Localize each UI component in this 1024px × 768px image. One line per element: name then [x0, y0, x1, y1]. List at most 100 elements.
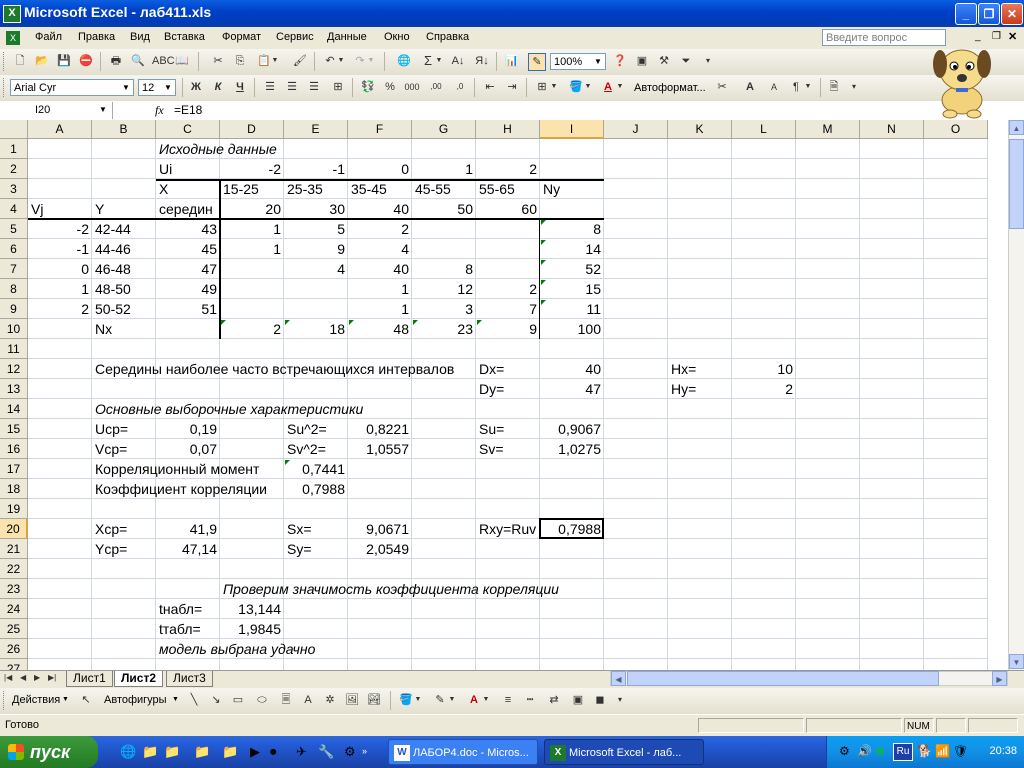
menu-view[interactable]: Вид — [130, 31, 150, 43]
decrease-indent-icon[interactable]: ⇤ — [482, 79, 498, 95]
align-center-icon[interactable]: ☰ — [284, 79, 300, 95]
sheet-tab-1[interactable]: Лист1 — [66, 671, 113, 687]
row-header-1[interactable]: 1 — [0, 139, 28, 159]
sheet-tab-2[interactable]: Лист2 — [114, 671, 164, 687]
row-header-26[interactable]: 26 — [0, 639, 28, 659]
start-button[interactable]: пуск — [0, 736, 98, 768]
cell-l13[interactable]: 2 — [732, 379, 796, 399]
app-quicklaunch-icon-4[interactable]: ⚙ — [344, 744, 356, 760]
arrow-style-icon[interactable]: ⇄ — [546, 692, 562, 708]
cell-a8[interactable]: 1 — [28, 279, 92, 299]
cell-b15[interactable]: Ucp= — [92, 419, 156, 439]
zoom-select[interactable]: 100% ▼ — [550, 53, 606, 70]
cell-c20[interactable]: 41,9 — [156, 519, 220, 539]
row-header-8[interactable]: 8 — [0, 279, 28, 299]
line-style-icon[interactable]: ≡ — [500, 692, 516, 708]
format-painter-icon[interactable]: 🖌 — [292, 53, 308, 69]
toolbar-grip[interactable] — [3, 52, 7, 71]
copy-icon[interactable]: ⎘ — [232, 53, 248, 69]
cell-f10[interactable]: 48 — [348, 319, 412, 339]
align-right-icon[interactable]: ☰ — [306, 79, 322, 95]
row-header-13[interactable]: 13 — [0, 379, 28, 399]
cell-g7[interactable]: 8 — [412, 259, 476, 279]
3d-style-icon[interactable]: ◼ — [592, 692, 608, 708]
first-sheet-icon[interactable]: |◀ — [4, 673, 12, 682]
cell-h10[interactable]: 9 — [476, 319, 540, 339]
cell-b10[interactable]: Nx — [92, 319, 156, 339]
cell-e15[interactable]: Su^2= — [284, 419, 348, 439]
cell-f2[interactable]: 0 — [348, 159, 412, 179]
toolbar-options-icon[interactable]: ▾ — [846, 79, 862, 95]
app-quicklaunch-icon[interactable]: ⏺ — [270, 744, 277, 760]
cell-b5[interactable]: 42-44 — [92, 219, 156, 239]
spreadsheet-grid[interactable]: A B C D E F G H I J K L M N O 1 2 3 4 5 6 7 8 9 10 11 12 13 14 15 16 17… — [0, 120, 1008, 670]
redo-icon[interactable]: ↷ — [352, 53, 368, 69]
cell-c15[interactable]: 0,19 — [156, 419, 220, 439]
form-icon[interactable]: 🗎 — [826, 79, 842, 95]
cell-b12[interactable]: Середины наиболее часто встречающихся ин… — [92, 359, 474, 379]
cell-b21[interactable]: Ycp= — [92, 539, 156, 559]
cell-c1[interactable]: Исходные данные — [156, 139, 277, 159]
column-header-o[interactable]: O — [924, 120, 988, 139]
spelling-icon[interactable]: ABC — [152, 53, 175, 69]
italic-button[interactable]: К — [210, 79, 226, 95]
cell-f20[interactable]: 9,0671 — [348, 519, 412, 539]
row-header-23[interactable]: 23 — [0, 579, 28, 599]
column-header-c[interactable]: C — [156, 120, 220, 139]
column-header-k[interactable]: K — [668, 120, 732, 139]
cell-i6[interactable]: 14 — [540, 239, 604, 259]
cell-b9[interactable]: 50-52 — [92, 299, 156, 319]
paragraph-direction-icon[interactable]: ¶ — [788, 79, 804, 95]
decrease-decimal-icon[interactable]: ,0 — [452, 79, 468, 95]
merge-center-icon[interactable]: ⊞ — [330, 79, 346, 95]
textbox-icon[interactable]: 🗏 — [278, 692, 294, 708]
paste-dropdown-icon[interactable]: ▼ — [271, 53, 279, 69]
new-icon[interactable]: 🗋 — [12, 53, 28, 69]
workbook-icon[interactable]: X — [6, 31, 20, 45]
cell-i9[interactable]: 11 — [540, 299, 604, 319]
sheet-tab-3[interactable]: Лист3 — [166, 671, 213, 687]
grow-font-icon[interactable]: A — [742, 79, 758, 95]
cell-g3[interactable]: 45-55 — [412, 179, 476, 199]
column-header-f[interactable]: F — [348, 120, 412, 139]
scroll-left-icon[interactable]: ◀ — [611, 671, 626, 686]
cell-e16[interactable]: Sv^2= — [284, 439, 348, 459]
cell-b14[interactable]: Основные выборочные характеристики — [92, 399, 363, 419]
row-header-19[interactable]: 19 — [0, 499, 28, 519]
column-header-l[interactable]: L — [732, 120, 796, 139]
select-all-corner[interactable] — [0, 120, 28, 139]
open-icon[interactable]: 📂 — [34, 53, 50, 69]
toolbar-options-icon[interactable]: ▾ — [700, 53, 716, 69]
error-indicator-icon[interactable] — [285, 320, 290, 325]
folder-quicklaunch-icon-2[interactable]: 📁 — [164, 744, 180, 760]
cell-d5[interactable]: 1 — [220, 219, 284, 239]
vertical-scroll-thumb[interactable] — [1009, 139, 1024, 229]
menu-help[interactable]: Справка — [426, 31, 469, 43]
cell-k13[interactable]: Hy= — [668, 379, 732, 399]
borders-dropdown-icon[interactable]: ▼ — [550, 79, 558, 95]
row-header-15[interactable]: 15 — [0, 419, 28, 439]
cell-c25[interactable]: tтабл= — [156, 619, 220, 639]
column-header-n[interactable]: N — [860, 120, 924, 139]
tray-icon-2[interactable]: 🔊 — [857, 744, 872, 758]
cell-h13[interactable]: Dy= — [476, 379, 540, 399]
scroll-down-icon[interactable]: ▼ — [1009, 654, 1024, 669]
font-color-icon[interactable]: A — [600, 79, 616, 95]
cell-h12[interactable]: Dx= — [476, 359, 540, 379]
fill-color-dropdown-icon[interactable]: ▼ — [584, 79, 592, 95]
forms-icon[interactable]: ▣ — [634, 53, 650, 69]
cell-h16[interactable]: Sv= — [476, 439, 540, 459]
print-preview-icon[interactable]: 🔍 — [130, 53, 146, 69]
paragraph-dropdown-icon[interactable]: ▼ — [804, 79, 812, 95]
shrink-font-icon[interactable]: A — [766, 79, 782, 95]
ie-quicklaunch-icon[interactable]: 🌐 — [120, 744, 136, 760]
cell-f16[interactable]: 1,0557 — [348, 439, 412, 459]
cell-g8[interactable]: 12 — [412, 279, 476, 299]
cell-i10[interactable]: 100 — [540, 319, 604, 339]
research-icon[interactable]: 📖 — [174, 53, 190, 69]
row-header-3[interactable]: 3 — [0, 179, 28, 199]
error-indicator-icon[interactable] — [541, 280, 546, 285]
row-header-21[interactable]: 21 — [0, 539, 28, 559]
cell-i3[interactable]: Ny — [540, 179, 604, 199]
row-header-18[interactable]: 18 — [0, 479, 28, 499]
